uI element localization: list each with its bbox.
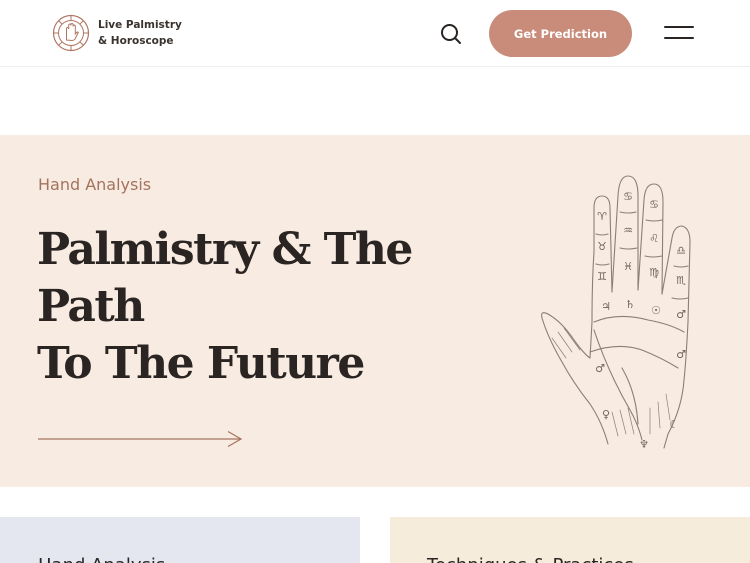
svg-text:♆: ♆ <box>639 438 649 450</box>
svg-text:☾: ☾ <box>669 418 679 431</box>
card-title: Hand Analysis <box>38 555 165 563</box>
hero-section: Hand Analysis Palmistry & The Path To Th… <box>0 135 750 487</box>
get-prediction-button[interactable]: Get Prediction <box>489 10 632 57</box>
svg-text:♃: ♃ <box>601 300 611 313</box>
svg-text:♎: ♎ <box>676 244 686 257</box>
svg-text:♈: ♈ <box>597 210 607 223</box>
search-icon[interactable] <box>438 21 464 47</box>
hamburger-menu-icon[interactable] <box>662 22 696 44</box>
techniques-practices-card[interactable]: Techniques & Practices <box>390 517 750 563</box>
arrow-right-icon[interactable] <box>38 430 244 448</box>
svg-text:♍: ♍ <box>649 266 659 279</box>
brand-name: Live Palmistry & Horoscope <box>98 17 182 49</box>
svg-text:♂: ♂ <box>595 362 605 375</box>
svg-text:♂: ♂ <box>676 308 686 321</box>
hand-analysis-card[interactable]: Hand Analysis <box>0 517 360 563</box>
brand-logo[interactable]: Live Palmistry & Horoscope <box>52 14 182 52</box>
svg-text:♌: ♌ <box>649 232 659 245</box>
svg-text:♊: ♊ <box>597 270 607 283</box>
hero-title-line-1: Palmistry & The Path <box>37 224 413 332</box>
menu-bar-top <box>664 26 694 28</box>
svg-text:♀: ♀ <box>602 408 610 421</box>
menu-bar-bottom <box>664 37 694 39</box>
svg-text:♏: ♏ <box>676 274 686 287</box>
svg-text:♉: ♉ <box>597 240 607 253</box>
hero-title-line-2: To The Future <box>37 338 365 389</box>
svg-text:♄: ♄ <box>625 298 635 311</box>
palmistry-hand-illustration: ♈ ♉ ♊ ♋ ♒ ♓ ♋ ♌ ♍ ♎ ♏ ♂ ♃ ♄ ☉ ♂ ♂ ♀ ☾ ♆ <box>541 175 691 450</box>
svg-text:♋: ♋ <box>623 190 633 203</box>
hero-eyebrow: Hand Analysis <box>38 175 152 194</box>
svg-text:♓: ♓ <box>623 260 633 273</box>
svg-text:♂: ♂ <box>676 348 686 361</box>
svg-text:♋: ♋ <box>649 198 659 211</box>
svg-text:♒: ♒ <box>623 224 633 237</box>
card-title: Techniques & Practices <box>427 555 634 563</box>
svg-text:☉: ☉ <box>651 304 661 317</box>
brand-line-2: & Horoscope <box>98 35 174 47</box>
hero-title: Palmistry & The Path To The Future <box>37 221 507 392</box>
palm-logo-icon <box>52 14 90 52</box>
brand-line-1: Live Palmistry <box>98 19 182 31</box>
site-header: Live Palmistry & Horoscope Get Predictio… <box>0 0 750 67</box>
